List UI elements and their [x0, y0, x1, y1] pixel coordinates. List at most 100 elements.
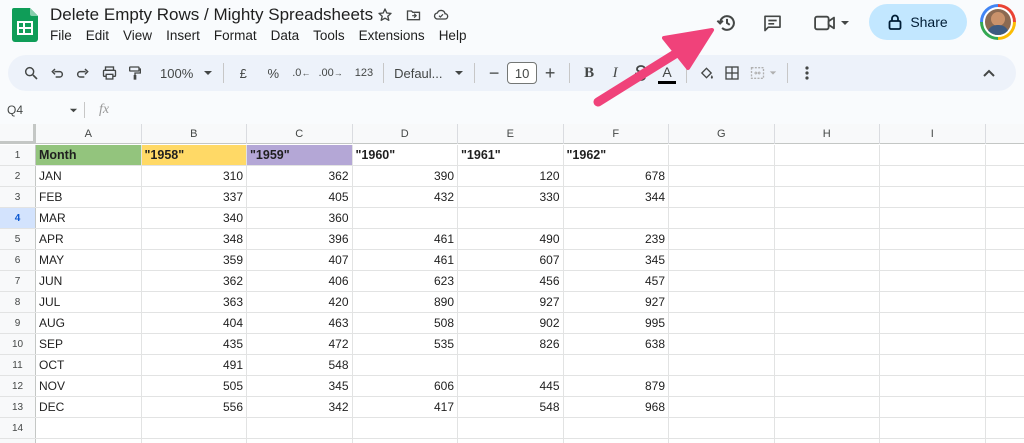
more-options-icon[interactable]	[794, 59, 820, 87]
cell-e2[interactable]: 120	[458, 166, 564, 186]
cell-f2[interactable]: 678	[564, 166, 669, 186]
cell-g13[interactable]	[669, 397, 775, 417]
cell-a12[interactable]: NOV	[36, 376, 142, 396]
cell-f5[interactable]: 239	[564, 229, 669, 249]
column-header-h[interactable]: H	[775, 124, 880, 144]
cell-e1[interactable]: "1961"	[458, 145, 564, 165]
meet-video-button[interactable]	[812, 12, 852, 34]
cell-d4[interactable]	[353, 208, 458, 228]
row-header[interactable]: 6	[0, 250, 36, 270]
cell-h13[interactable]	[775, 397, 880, 417]
cell-c11[interactable]: 548	[247, 355, 353, 375]
font-size-decrease-button[interactable]: −	[481, 59, 507, 87]
cell-g11[interactable]	[669, 355, 775, 375]
search-icon[interactable]	[18, 59, 44, 87]
cell-c10[interactable]: 472	[247, 334, 353, 354]
cell-i1[interactable]	[880, 145, 986, 165]
cell-c2[interactable]: 362	[247, 166, 353, 186]
cell-b1[interactable]: "1958"	[141, 145, 247, 165]
cell-e4[interactable]	[458, 208, 564, 228]
cell-h1[interactable]	[775, 145, 880, 165]
cell-g2[interactable]	[669, 166, 775, 186]
cell-d13[interactable]: 417	[353, 397, 458, 417]
cell-e6[interactable]: 607	[458, 250, 564, 270]
collapse-toolbar-icon[interactable]	[976, 59, 1002, 87]
cell-c1[interactable]: "1959"	[247, 145, 353, 165]
cell-b5[interactable]: 348	[142, 229, 247, 249]
cell-h15[interactable]	[775, 439, 880, 443]
cell-d12[interactable]: 606	[353, 376, 458, 396]
row-header[interactable]: 9	[0, 313, 36, 333]
cell-i6[interactable]	[880, 250, 986, 270]
percent-format-button[interactable]: %	[260, 59, 286, 87]
cell-a11[interactable]: OCT	[36, 355, 142, 375]
cell-i12[interactable]	[880, 376, 986, 396]
cell-c3[interactable]: 405	[247, 187, 353, 207]
redo-icon[interactable]	[70, 59, 96, 87]
menu-format[interactable]: Format	[214, 28, 265, 43]
cell-c15[interactable]	[247, 439, 353, 443]
cell-g10[interactable]	[669, 334, 775, 354]
cell-a4[interactable]: MAR	[36, 208, 142, 228]
row-header[interactable]: 12	[0, 376, 36, 396]
cell-i15[interactable]	[880, 439, 986, 443]
cell-e13[interactable]: 548	[458, 397, 564, 417]
row-header[interactable]: 14	[0, 418, 36, 438]
cell-g15[interactable]	[669, 439, 775, 443]
cell-f12[interactable]: 879	[564, 376, 669, 396]
cell-a3[interactable]: FEB	[36, 187, 142, 207]
cell-a1[interactable]: Month	[36, 145, 142, 165]
cell-f15[interactable]	[564, 439, 669, 443]
cell-a7[interactable]: JUN	[36, 271, 142, 291]
strikethrough-icon[interactable]	[628, 59, 654, 87]
column-header-i[interactable]: I	[880, 124, 986, 144]
column-header-g[interactable]: G	[669, 124, 775, 144]
cell-a14[interactable]	[36, 418, 142, 438]
number-format-button[interactable]: 123	[351, 59, 377, 87]
column-header-e[interactable]: E	[458, 124, 564, 144]
cell-c7[interactable]: 406	[247, 271, 353, 291]
cell-i8[interactable]	[880, 292, 986, 312]
cell-d2[interactable]: 390	[353, 166, 458, 186]
cell-a10[interactable]: SEP	[36, 334, 142, 354]
cell-b12[interactable]: 505	[142, 376, 247, 396]
cell-f4[interactable]	[564, 208, 669, 228]
cell-h3[interactable]	[775, 187, 880, 207]
cell-i2[interactable]	[880, 166, 986, 186]
cell-b6[interactable]: 359	[142, 250, 247, 270]
cell-e15[interactable]	[458, 439, 564, 443]
font-select[interactable]: Defaul...	[390, 59, 468, 87]
row-header[interactable]: 3	[0, 187, 36, 207]
menu-file[interactable]: File	[50, 28, 80, 43]
cell-a6[interactable]: MAY	[36, 250, 142, 270]
cell-b11[interactable]: 491	[142, 355, 247, 375]
cell-e12[interactable]: 445	[458, 376, 564, 396]
cell-e8[interactable]: 927	[458, 292, 564, 312]
comment-icon[interactable]	[761, 12, 783, 34]
text-color-button[interactable]: A	[654, 59, 680, 87]
italic-button[interactable]: I	[602, 59, 628, 87]
cell-h4[interactable]	[775, 208, 880, 228]
document-title[interactable]: Delete Empty Rows / Mighty Spreadsheets	[50, 5, 373, 25]
cell-c5[interactable]: 396	[247, 229, 353, 249]
cell-f13[interactable]: 968	[564, 397, 669, 417]
row-header[interactable]: 11	[0, 355, 36, 375]
cell-c13[interactable]: 342	[247, 397, 353, 417]
cell-i14[interactable]	[880, 418, 986, 438]
menu-tools[interactable]: Tools	[313, 28, 353, 43]
cell-c8[interactable]: 420	[247, 292, 353, 312]
cell-e11[interactable]	[458, 355, 564, 375]
cell-a2[interactable]: JAN	[36, 166, 142, 186]
cell-i4[interactable]	[880, 208, 986, 228]
cell-b7[interactable]: 362	[142, 271, 247, 291]
name-box[interactable]: Q4	[0, 103, 84, 117]
cell-c6[interactable]: 407	[247, 250, 353, 270]
cell-d15[interactable]	[353, 439, 458, 443]
cell-e5[interactable]: 490	[458, 229, 564, 249]
cell-b10[interactable]: 435	[142, 334, 247, 354]
cell-b8[interactable]: 363	[142, 292, 247, 312]
avatar[interactable]	[980, 4, 1016, 40]
cell-f9[interactable]: 995	[564, 313, 669, 333]
cell-h12[interactable]	[775, 376, 880, 396]
cell-d7[interactable]: 623	[353, 271, 458, 291]
